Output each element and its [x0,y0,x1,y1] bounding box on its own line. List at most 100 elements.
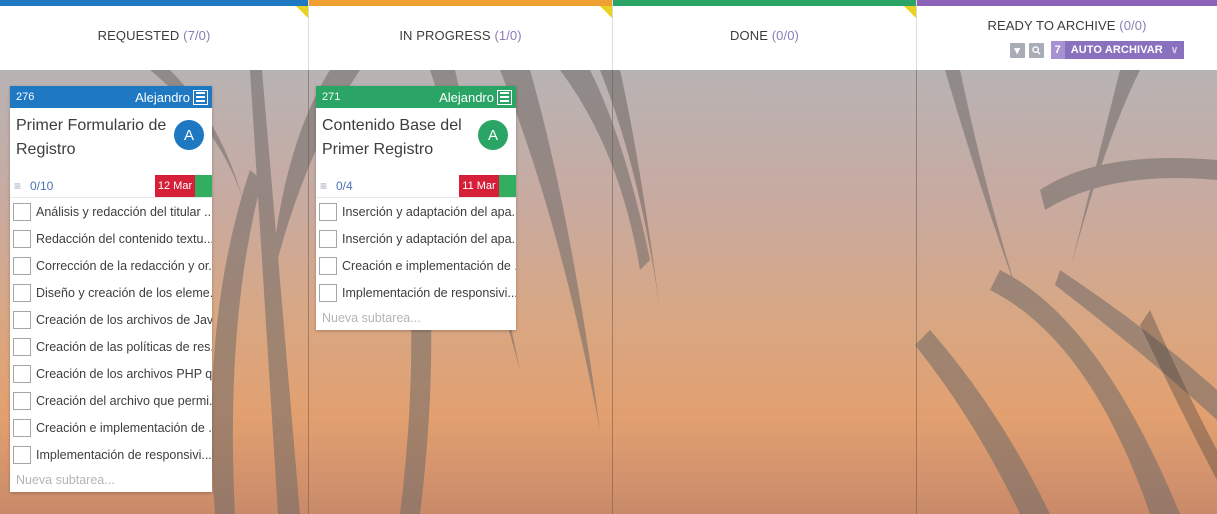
subtask-label[interactable]: Corrección de la redacción y or... [36,259,212,273]
card-body: Primer Formulario de Registro A [10,108,212,174]
subtask-label[interactable]: Creación de los archivos PHP q... [36,367,212,381]
column-count: (0/0) [1119,18,1147,33]
subtask-item: Creación de los archivos de Jav... [10,306,212,333]
column-title: IN PROGRESS (1/0) [399,28,521,43]
column-header-row: REQUESTED (7/0) IN PROGRESS (1/0) DONE (… [0,0,1217,70]
card-header: 276 Alejandro [10,86,212,108]
subtask-progress: 0/10 [30,178,54,193]
subtask-checkbox[interactable] [319,229,337,248]
subtask-label[interactable]: Redacción del contenido textu... [36,232,212,246]
card-id: 271 [322,91,341,103]
column-name: IN PROGRESS [399,27,491,43]
column-header-ready-to-archive[interactable]: READY TO ARCHIVE (0/0) ▾ 7 AUTO ARCHIVAR… [917,0,1217,70]
status-color-tag [195,174,212,197]
subtask-item: Creación de los archivos PHP q... [10,360,212,387]
status-color-tag [499,174,516,197]
column-separator [612,70,613,514]
subtask-item: Creación de las políticas de res... [10,333,212,360]
corner-marker-icon [600,6,612,18]
archive-toolbar: ▾ 7 AUTO ARCHIVAR ∨ [1009,41,1185,59]
column-color-bar [0,0,308,6]
auto-archive-label: AUTO ARCHIVAR [1070,44,1163,56]
new-subtask-input[interactable]: Nueva subtarea... [10,468,212,492]
chevron-down-icon[interactable]: ∨ [1171,45,1178,56]
column-color-bar [613,0,916,6]
subtask-label[interactable]: Inserción y adaptación del apa... [342,205,516,219]
card-meta: ≡ 0/4 11 Mar [316,174,516,198]
subtask-checkbox[interactable] [13,256,31,275]
card-meta: ≡ 0/10 12 Mar [10,174,212,198]
card-menu-icon[interactable] [193,89,208,105]
card-title[interactable]: Primer Formulario de Registro [16,114,172,162]
avatar[interactable]: A [174,120,204,150]
new-subtask-input[interactable]: Nueva subtarea... [316,306,516,330]
subtask-checkbox[interactable] [13,418,31,437]
auto-archive-button[interactable]: 7 AUTO ARCHIVAR ∨ [1050,41,1185,59]
subtask-item: Inserción y adaptación del apa... [316,198,516,225]
checklist-icon: ≡ [14,178,22,193]
checklist-icon: ≡ [320,178,328,193]
subtask-item: Creación del archivo que permi... [10,387,212,414]
subtask-label[interactable]: Creación e implementación de ... [36,421,212,435]
card-id: 276 [16,91,35,103]
subtask-progress: 0/4 [336,178,353,193]
column-count: (0/0) [771,27,799,43]
column-name: REQUESTED [97,27,180,43]
subtask-checkbox[interactable] [319,283,337,302]
subtask-list: Inserción y adaptación del apa... Inserc… [316,198,516,306]
subtask-item: Creación e implementación de ... [316,252,516,279]
column-header-in-progress[interactable]: IN PROGRESS (1/0) [309,0,613,70]
subtask-item: Diseño y creación de los eleme... [10,279,212,306]
column-title: REQUESTED (7/0) [98,28,211,43]
subtask-item: Corrección de la redacción y or... [10,252,212,279]
card-owner[interactable]: Alejandro [135,90,190,105]
card-menu-icon[interactable] [497,89,512,105]
column-color-bar [917,0,1217,6]
subtask-checkbox[interactable] [319,202,337,221]
card-owner[interactable]: Alejandro [439,90,494,105]
subtask-checkbox[interactable] [13,283,31,302]
column-name: READY TO ARCHIVE [987,18,1116,33]
subtask-label[interactable]: Implementación de responsivi... [342,286,516,300]
due-date-badge[interactable]: 12 Mar [155,174,195,197]
column-count: (7/0) [183,27,211,43]
subtask-checkbox[interactable] [13,445,31,464]
task-card[interactable]: 271 Alejandro Contenido Base del Primer … [316,86,516,330]
subtask-label[interactable]: Análisis y redacción del titular ... [36,205,212,219]
subtask-label[interactable]: Implementación de responsivi... [36,448,212,462]
subtask-label[interactable]: Diseño y creación de los eleme... [36,286,212,300]
subtask-checkbox[interactable] [13,364,31,383]
corner-marker-icon [296,6,308,18]
subtask-checkbox[interactable] [319,256,337,275]
column-separator [308,70,309,514]
column-separator [916,70,917,514]
subtask-item: Implementación de responsivi... [316,279,516,306]
collapse-icon[interactable]: ▾ [1009,42,1025,58]
column-header-done[interactable]: DONE (0/0) [613,0,917,70]
subtask-label[interactable]: Inserción y adaptación del apa... [342,232,516,246]
search-icon [1031,45,1041,55]
column-title: READY TO ARCHIVE (0/0) [988,18,1147,33]
search-icon[interactable] [1028,42,1044,58]
subtask-checkbox[interactable] [13,229,31,248]
subtask-checkbox[interactable] [13,337,31,356]
subtask-item: Creación e implementación de ... [10,414,212,441]
column-color-bar [309,0,612,6]
subtask-item: Análisis y redacción del titular ... [10,198,212,225]
subtask-checkbox[interactable] [13,202,31,221]
subtask-label[interactable]: Creación de los archivos de Jav... [36,313,212,327]
subtask-label[interactable]: Creación de las políticas de res... [36,340,212,354]
subtask-label[interactable]: Creación e implementación de ... [342,259,516,273]
auto-archive-count: 7 [1050,41,1065,59]
card-header: 271 Alejandro [316,86,516,108]
subtask-item: Implementación de responsivi... [10,441,212,468]
card-title[interactable]: Contenido Base del Primer Registro [322,114,476,162]
subtask-checkbox[interactable] [13,310,31,329]
task-card[interactable]: 276 Alejandro Primer Formulario de Regis… [10,86,212,492]
subtask-checkbox[interactable] [13,391,31,410]
corner-marker-icon [904,6,916,18]
column-header-requested[interactable]: REQUESTED (7/0) [0,0,309,70]
avatar[interactable]: A [478,120,508,150]
due-date-badge[interactable]: 11 Mar [459,174,499,197]
subtask-label[interactable]: Creación del archivo que permi... [36,394,212,408]
